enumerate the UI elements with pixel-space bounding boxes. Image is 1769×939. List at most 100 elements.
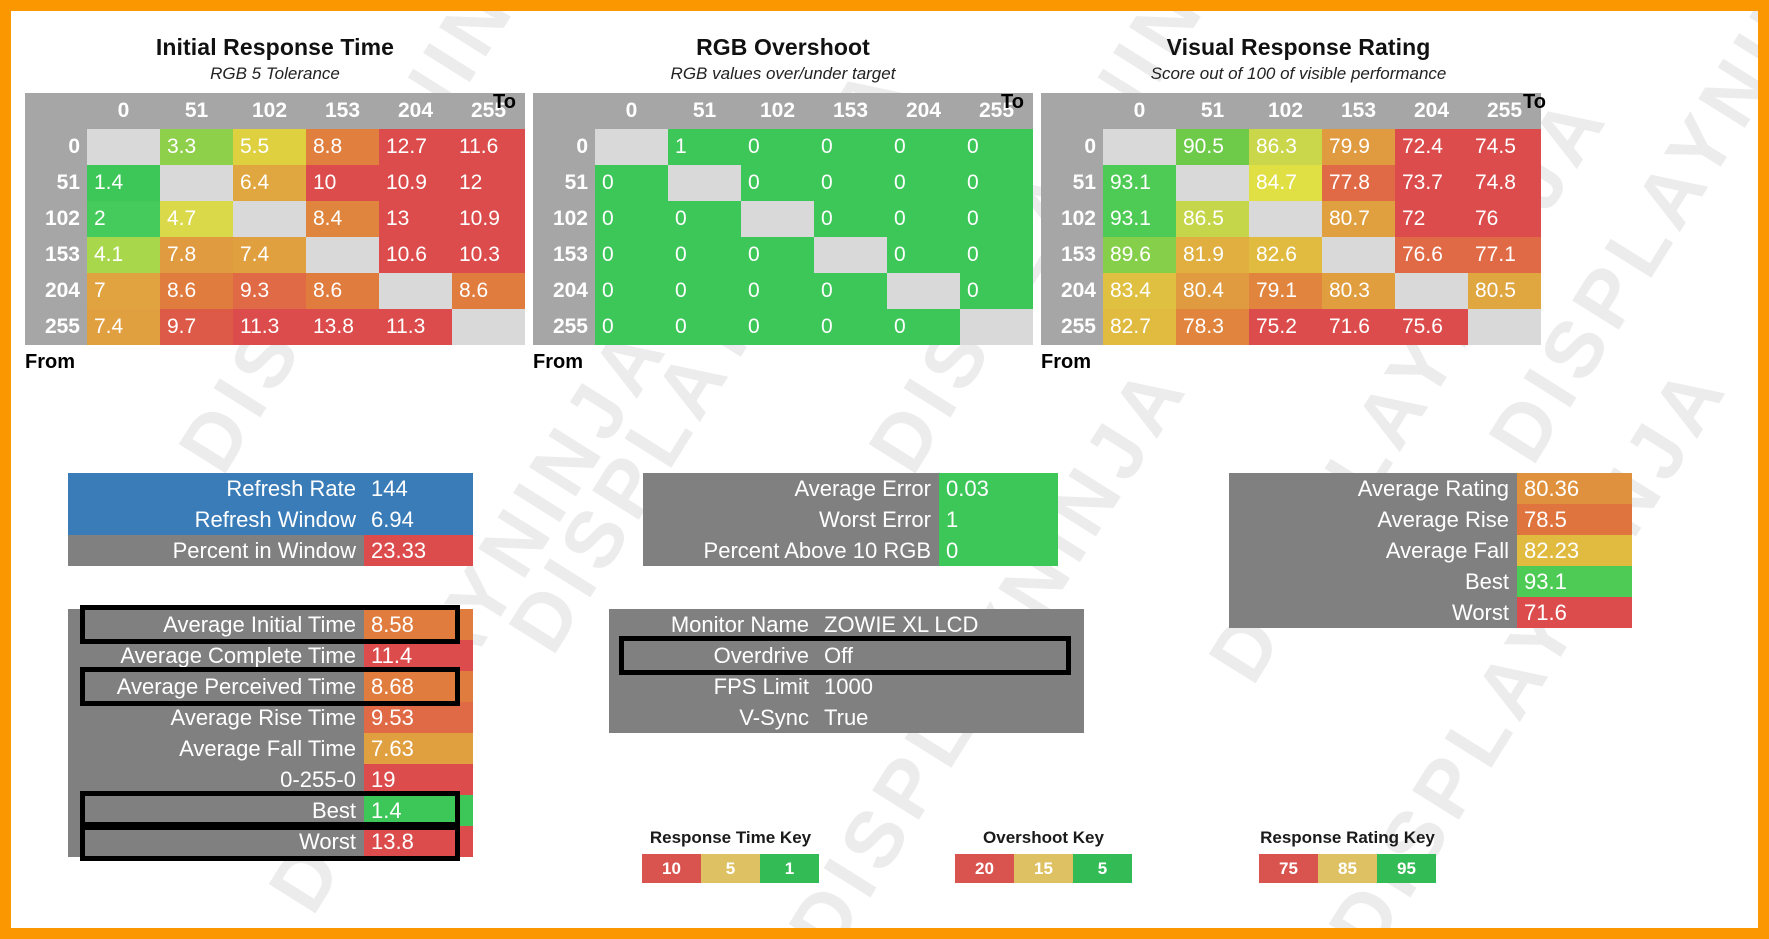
key-segment: 1 — [760, 854, 819, 883]
stat-value: True — [817, 702, 1084, 733]
stat-value: 23.33 — [364, 535, 473, 566]
stat-label: FPS Limit — [609, 671, 817, 702]
matrix-cell: 0 — [741, 165, 814, 201]
stat-row: Average Perceived Time 8.68 — [68, 671, 473, 702]
stat-value: 0 — [939, 535, 1058, 566]
matrix-cell: 75.2 — [1249, 309, 1322, 345]
stat-row: Refresh Rate 144 — [68, 473, 473, 504]
matrix-row-header: 102 — [25, 201, 87, 237]
matrix-cell: 74.5 — [1468, 129, 1541, 165]
panel-initial-response-time: Initial Response Time RGB 5 Tolerance 05… — [25, 34, 525, 374]
stat-label: Average Rise — [1229, 504, 1517, 535]
key-segment: 10 — [642, 854, 701, 883]
stat-row: Average Rise Time 9.53 — [68, 702, 473, 733]
matrix-cell: 0 — [668, 237, 741, 273]
from-label: From — [25, 351, 75, 373]
matrix-row-header: 204 — [533, 273, 595, 309]
panel-rgb-overshoot: RGB Overshoot RGB values over/under targ… — [533, 34, 1033, 374]
matrix-cell: 10 — [306, 165, 379, 201]
matrix-col-header: 102 — [741, 93, 814, 129]
matrix-cell: 72 — [1395, 201, 1468, 237]
stat-label: 0-255-0 — [68, 764, 364, 795]
matrix-cell: 93.1 — [1103, 201, 1176, 237]
matrix-initial-response-time: 0 51 102 153 204 255 0 3.3 5.5 8.8 12.7 11.6 51 1.4 6.… — [25, 93, 525, 345]
matrix-cell: 0 — [960, 273, 1033, 309]
stat-row: 0-255-0 19 — [68, 764, 473, 795]
matrix-cell: 73.7 — [1395, 165, 1468, 201]
matrix-cell: 0 — [960, 201, 1033, 237]
matrix-row-header: 0 — [533, 129, 595, 165]
matrix-cell: 0 — [814, 165, 887, 201]
matrix-cell: 86.3 — [1249, 129, 1322, 165]
report-canvas: DISPLAYNINJA DISPLAYNINJA DISPLAYNINJA D… — [11, 11, 1758, 928]
stat-label: V-Sync — [609, 702, 817, 733]
matrix-cell: 78.3 — [1176, 309, 1249, 345]
matrix-cell-diagonal — [306, 237, 379, 273]
from-label: From — [533, 351, 583, 373]
stat-value: Off — [817, 640, 1084, 671]
stat-label: Worst Error — [643, 504, 939, 535]
matrix-row: 0 3.3 5.5 8.8 12.7 11.6 — [25, 129, 525, 165]
matrix-cell: 7.4 — [233, 237, 306, 273]
matrix-row-header: 255 — [25, 309, 87, 345]
matrix-cell: 9.3 — [233, 273, 306, 309]
stat-row: Best 93.1 — [1229, 566, 1632, 597]
matrix-row: 204 83.4 80.4 79.1 80.3 80.5 — [1041, 273, 1541, 309]
stat-value: 93.1 — [1517, 566, 1632, 597]
stat-row: Best 1.4 — [68, 795, 473, 826]
stat-value: 78.5 — [1517, 504, 1632, 535]
key-response-time: Response Time Key 10 5 1 — [642, 828, 819, 883]
matrix-row-header: 153 — [1041, 237, 1103, 273]
stat-label: Average Fall Time — [68, 733, 364, 764]
matrix-cell: 0 — [887, 165, 960, 201]
matrix-cell: 81.9 — [1176, 237, 1249, 273]
matrix-cell-diagonal — [741, 201, 814, 237]
refresh-rate-box: Refresh Rate 144 Refresh Window 6.94 Percent… — [68, 473, 473, 566]
matrix-cell: 4.7 — [160, 201, 233, 237]
matrix-cell: 10.6 — [379, 237, 452, 273]
panel-title: Initial Response Time — [155, 34, 395, 60]
matrix-cell: 7 — [87, 273, 160, 309]
matrix-visual-response-rating: 0 51 102 153 204 255 0 90.5 86.3 79.9 72.4 74.5 51 93… — [1041, 93, 1541, 345]
matrix-cell: 5.5 — [233, 129, 306, 165]
stat-value: ZOWIE XL LCD — [817, 609, 1084, 640]
matrix-row: 204 0 0 0 0 0 — [533, 273, 1033, 309]
key-segment: 75 — [1259, 854, 1318, 883]
stat-value: 7.63 — [364, 733, 473, 764]
matrix-table-container: 0 51 102 153 204 255 0 90.5 86.3 79.9 72.4 74.5 51 93… — [1041, 93, 1556, 345]
matrix-cell: 11.6 — [452, 129, 525, 165]
matrix-header-row: 0 51 102 153 204 255 — [533, 93, 1033, 129]
matrix-cell: 80.3 — [1322, 273, 1395, 309]
matrix-cell: 0 — [741, 309, 814, 345]
matrix-cell-diagonal — [1176, 165, 1249, 201]
stat-row: Worst Error 1 — [643, 504, 1058, 535]
key-segment: 20 — [955, 854, 1014, 883]
matrix-row-header: 51 — [533, 165, 595, 201]
stat-row: Overdrive Off — [609, 640, 1084, 671]
key-bar: 20 15 5 — [955, 854, 1132, 883]
matrix-cell: 10.3 — [452, 237, 525, 273]
matrix-row-header: 255 — [1041, 309, 1103, 345]
matrix-cell: 0 — [960, 165, 1033, 201]
stat-label: Percent in Window — [68, 535, 364, 566]
matrix-cell: 12.7 — [379, 129, 452, 165]
matrix-cell-diagonal — [379, 273, 452, 309]
matrix-row-header: 153 — [25, 237, 87, 273]
matrix-cell: 0 — [668, 201, 741, 237]
response-time-stats-box: Average Initial Time 8.58 Average Complete… — [68, 605, 473, 861]
matrix-col-header: 153 — [306, 93, 379, 129]
stat-row: Average Fall 82.23 — [1229, 535, 1632, 566]
key-overshoot: Overshoot Key 20 15 5 — [955, 828, 1132, 883]
panel-title: Visual Response Rating — [1166, 34, 1431, 60]
matrix-cell: 82.7 — [1103, 309, 1176, 345]
matrix-cell: 72.4 — [1395, 129, 1468, 165]
stat-label: Average Initial Time — [68, 609, 364, 640]
matrix-cell: 76.6 — [1395, 237, 1468, 273]
key-segment: 5 — [701, 854, 760, 883]
matrix-cell: 11.3 — [379, 309, 452, 345]
matrix-row: 51 1.4 6.4 10 10.9 12 — [25, 165, 525, 201]
matrix-cell-diagonal — [668, 165, 741, 201]
stat-value: 80.36 — [1517, 473, 1632, 504]
matrix-cell: 13.8 — [306, 309, 379, 345]
matrix-cell-diagonal — [1468, 309, 1541, 345]
